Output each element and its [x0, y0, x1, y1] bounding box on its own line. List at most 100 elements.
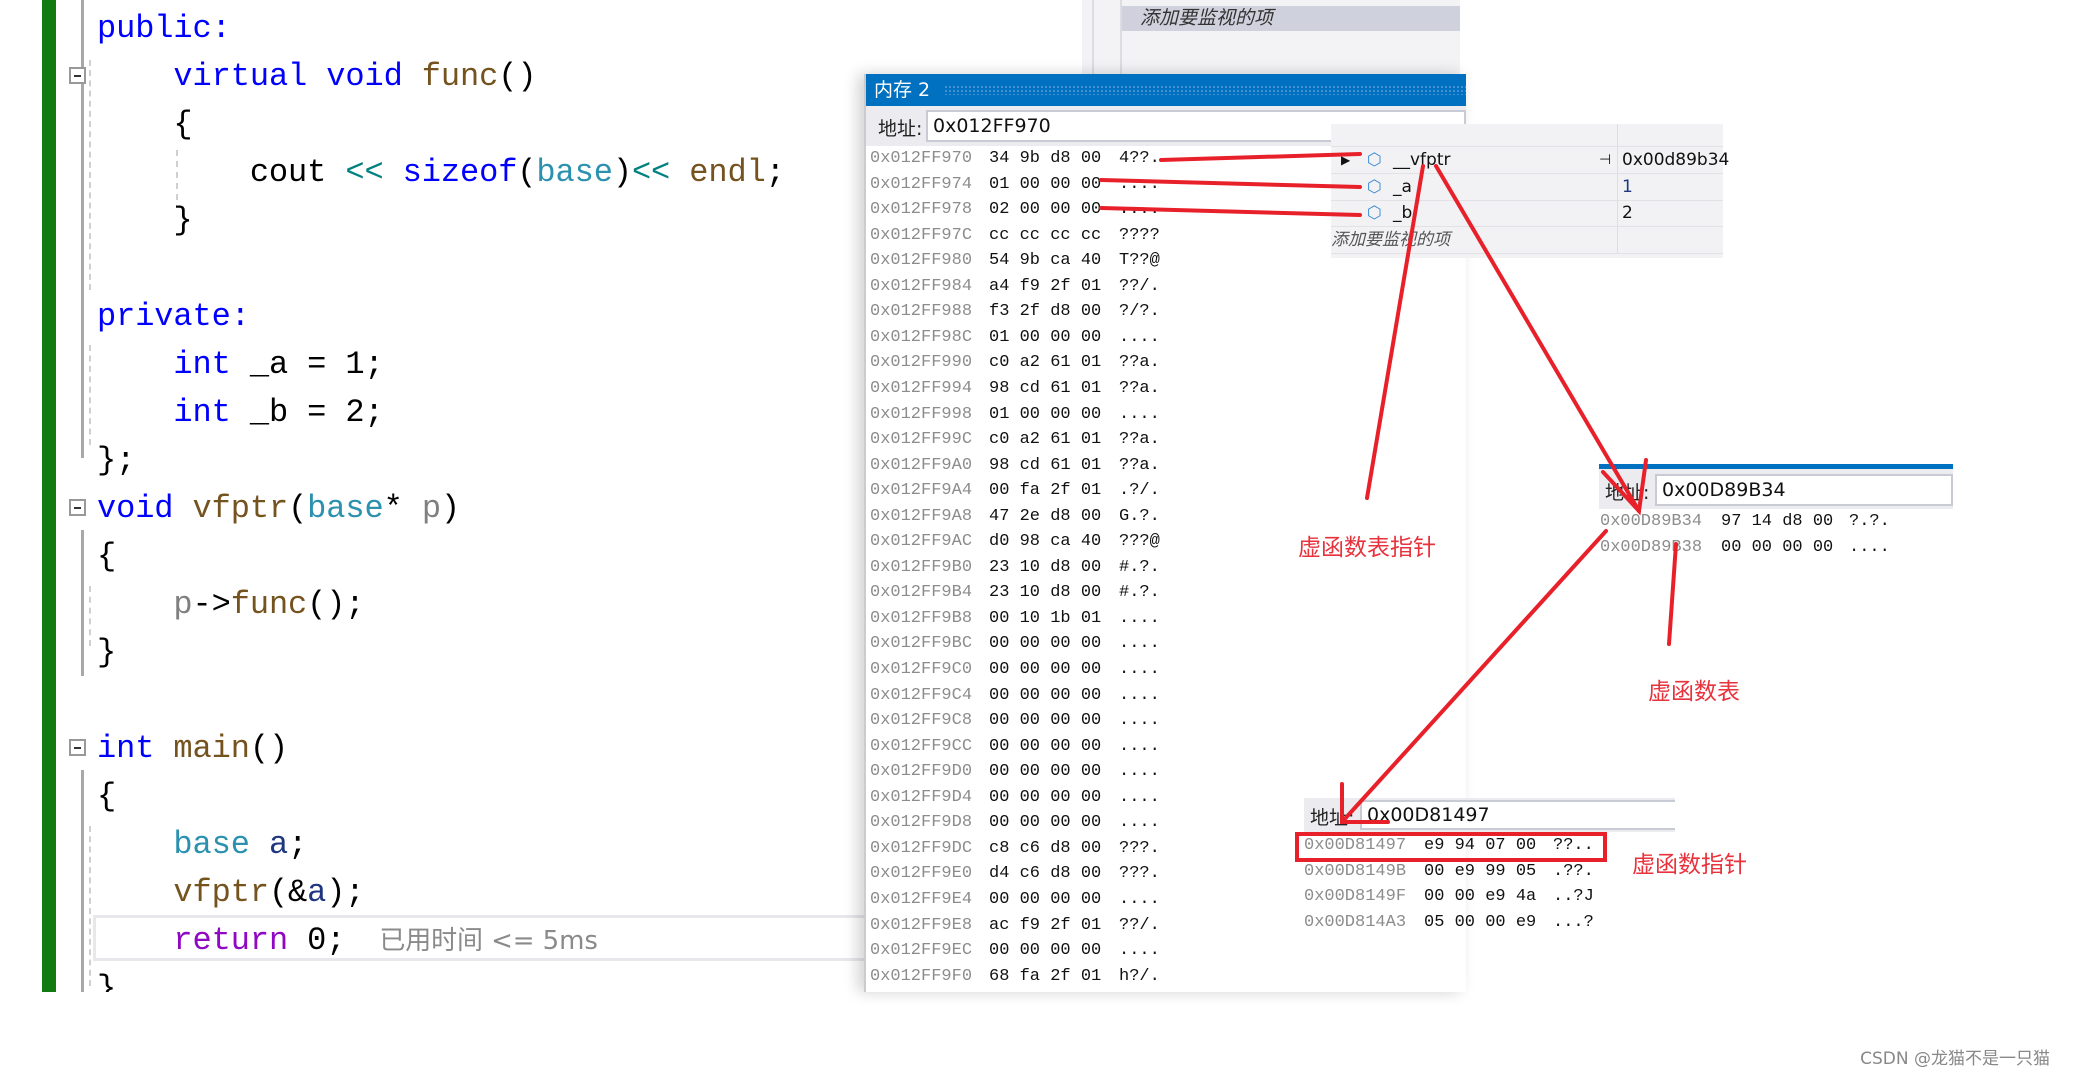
code-line[interactable]: int main(): [97, 725, 288, 773]
watch-add-item[interactable]: 添加要监视的项: [1122, 6, 1460, 31]
code-line[interactable]: public:: [97, 5, 231, 53]
code-token: (): [498, 58, 537, 95]
code-token: virtual: [173, 58, 308, 95]
code-token: vfptr: [192, 490, 289, 527]
memory-address: 0x012FF978: [870, 200, 973, 220]
memory-bytes: d4 c6 d8 00: [989, 864, 1102, 884]
code-line[interactable]: private:: [97, 293, 250, 341]
code-token: {: [97, 538, 117, 575]
code-line[interactable]: {: [97, 101, 192, 149]
fold-toggle-func[interactable]: [69, 67, 86, 84]
code-token: func: [421, 58, 499, 95]
memory-ascii: ..?J: [1553, 887, 1594, 907]
watch-row-b-field[interactable]: ⬡ _b 2: [1331, 200, 1723, 227]
code-line[interactable]: };: [97, 437, 135, 485]
memory-ascii: ....: [1119, 660, 1160, 679]
memory-ascii: ....: [1119, 634, 1160, 654]
memory-bytes: 23 10 d8 00: [989, 557, 1102, 577]
memory-address: 0x00D814A3: [1304, 913, 1407, 933]
memory-bytes: 00 00 00 00: [989, 762, 1102, 782]
memory-ascii: ?.?.: [1849, 512, 1890, 531]
code-token: return: [173, 922, 289, 959]
memory-ascii: ...?: [1553, 913, 1594, 933]
address-input[interactable]: 0x00D89B34: [1655, 474, 1953, 506]
memory-bytes: 00 00 00 00: [989, 711, 1102, 731]
code-line[interactable]: {: [97, 533, 116, 581]
memory-address: 0x012FF9A0: [870, 455, 973, 475]
code-line[interactable]: }: [97, 197, 192, 245]
memory-bytes: 00 00 00 00: [989, 889, 1102, 909]
private-field-icon: ⬡: [1367, 177, 1382, 197]
code-line[interactable]: int _a = 1;: [97, 341, 383, 389]
code-line[interactable]: return 0; 已用时间 <= 5ms: [97, 917, 597, 965]
watch-value: 0x00d89b34: [1622, 150, 1730, 170]
memory-window-title-bar[interactable]: 内存 2: [866, 74, 1466, 106]
memory-ascii: ??a.: [1119, 455, 1160, 475]
code-line[interactable]: base a;: [97, 821, 307, 869]
code-line[interactable]: virtual void func(): [97, 53, 536, 101]
watch-add-item[interactable]: 添加要监视的项: [1331, 227, 1723, 254]
expand-arrow-icon[interactable]: ▶: [1341, 147, 1350, 173]
annotation-vtable: 虚函数表: [1648, 679, 1740, 705]
pin-icon[interactable]: ⊣: [1599, 147, 1611, 173]
memory-ascii: .?/.: [1119, 481, 1160, 501]
code-token: ->: [192, 586, 231, 623]
code-line[interactable]: vfptr(&a);: [97, 869, 364, 917]
fold-toggle-vfptr[interactable]: [69, 499, 86, 516]
outline-guide: [81, 530, 84, 676]
code-token: base: [536, 154, 613, 191]
code-token: void: [97, 490, 174, 527]
memory-bytes: 00 00 00 00: [989, 787, 1102, 807]
memory-bytes: 01 00 00 00: [989, 404, 1102, 424]
memory-bytes: 00 10 1b 01: [989, 608, 1102, 628]
memory-ascii: ....: [1119, 711, 1160, 731]
memory-bytes: cc cc cc cc: [989, 225, 1102, 245]
memory-bytes: 54 9b ca 40: [989, 251, 1102, 271]
code-token: base: [173, 826, 250, 863]
code-line[interactable]: p->func();: [97, 581, 364, 629]
address-input[interactable]: 0x00D81497: [1360, 800, 1675, 830]
code-token: (): [249, 730, 289, 767]
memory-bytes: d0 98 ca 40: [989, 532, 1102, 552]
code-line[interactable]: int _b = 2;: [97, 389, 383, 437]
code-line[interactable]: cout << sizeof(base)<< endl;: [97, 149, 785, 197]
memory-bytes: 00 e9 99 05: [1424, 861, 1537, 881]
code-token: };: [97, 442, 136, 479]
memory-address: 0x012FF9D8: [870, 813, 973, 833]
code-token: (: [517, 154, 537, 191]
memory-bytes: c0 a2 61 01: [989, 430, 1102, 450]
code-token: ;: [765, 154, 785, 191]
watch-name: _a: [1393, 177, 1412, 197]
memory-address: 0x012FF9DC: [870, 838, 973, 858]
watch-row-a[interactable]: [1331, 124, 1723, 147]
code-line[interactable]: {: [97, 773, 116, 821]
memory-bytes: 00 00 e9 4a: [1424, 887, 1537, 907]
memory-ascii: ??a.: [1119, 353, 1160, 373]
watch-value: 1: [1622, 177, 1633, 197]
address-label: 地址:: [1605, 482, 1650, 504]
memory-address: 0x012FF998: [870, 404, 973, 424]
memory-address: 0x012FF9B4: [870, 583, 973, 603]
memory-bytes: 47 2e d8 00: [989, 506, 1102, 526]
memory-address: 0x012FF9B0: [870, 557, 973, 577]
code-line[interactable]: }: [97, 965, 116, 992]
memory-window-title: 内存 2: [874, 79, 931, 101]
fold-toggle-main[interactable]: [69, 739, 86, 756]
field-icon: ⬡: [1367, 150, 1382, 170]
code-line[interactable]: void vfptr(base* p): [97, 485, 460, 533]
code-token: }: [97, 634, 117, 671]
watch-row-a-field[interactable]: ⬡ _a 1: [1331, 174, 1723, 201]
memory-address: 0x012FF9BC: [870, 634, 973, 654]
memory-ascii: ....: [1119, 608, 1160, 628]
watch-row-vfptr[interactable]: ▶ ⬡ __vfptr ⊣ 0x00d89b34: [1331, 147, 1729, 174]
code-line[interactable]: }: [97, 629, 116, 677]
memory-address: 0x012FF98C: [870, 327, 973, 347]
watch-add-item-label: 添加要监视的项: [1331, 230, 1450, 250]
code-token: main: [173, 730, 250, 767]
watch-value: 2: [1622, 203, 1633, 223]
